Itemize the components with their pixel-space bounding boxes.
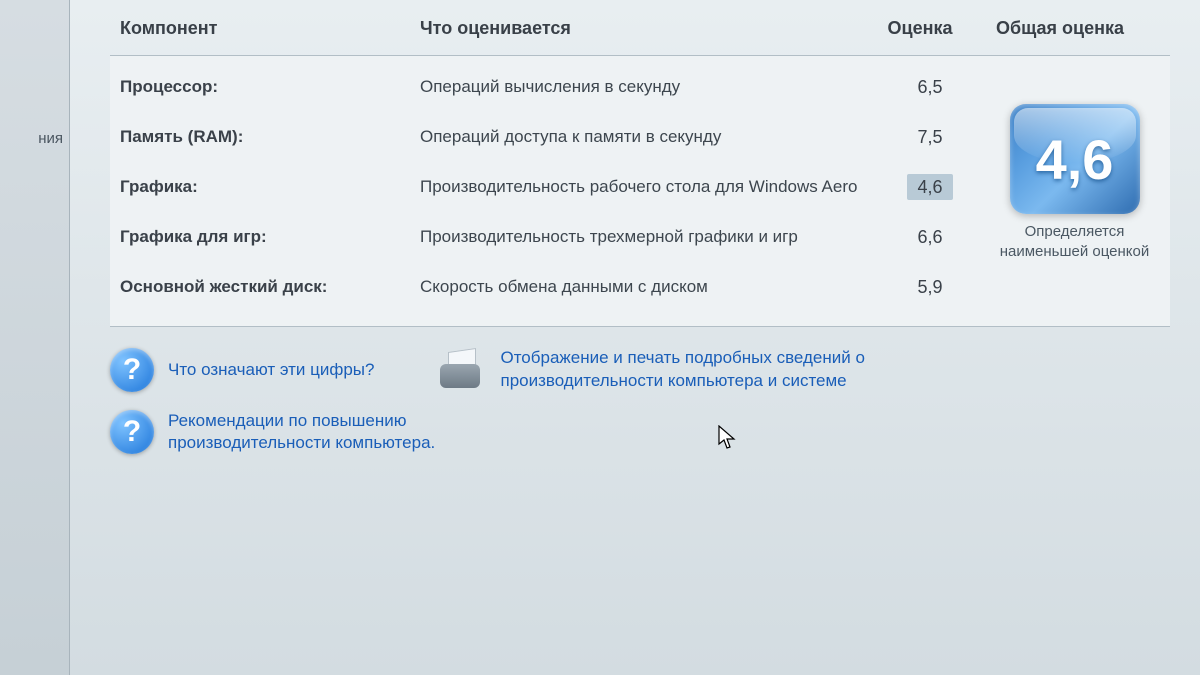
total-score-value: 4,6 xyxy=(1036,127,1114,192)
header-rated: Что оценивается xyxy=(420,18,870,39)
help-icon: ? xyxy=(110,410,154,454)
row-component: Графика для игр: xyxy=(120,227,420,247)
row-score: 7,5 xyxy=(880,127,980,148)
left-nav-fragment: ния xyxy=(38,130,63,147)
row-component: Память (RAM): xyxy=(120,127,420,147)
row-rated: Производительность трехмерной графики и … xyxy=(420,226,880,248)
row-component: Процессор: xyxy=(120,77,420,97)
help-link-print-details[interactable]: Отображение и печать подробных сведений … xyxy=(434,347,900,391)
row-score: 6,5 xyxy=(880,77,980,98)
table-header: Компонент Что оценивается Оценка Общая о… xyxy=(70,0,1200,55)
row-score: 6,6 xyxy=(880,227,980,248)
main-content: Компонент Что оценивается Оценка Общая о… xyxy=(70,0,1200,675)
row-component: Основной жесткий диск: xyxy=(120,277,420,297)
row-score: 5,9 xyxy=(880,277,980,298)
help-link-tips[interactable]: ? Рекомендации по повышению производител… xyxy=(110,410,568,454)
row-rated: Операций вычисления в секунду xyxy=(420,76,880,98)
wei-score-badge: 4,6 xyxy=(1010,104,1140,214)
total-score-block: 4,6 Определяется наименьшей оценкой xyxy=(997,104,1152,261)
help-links-row: ? Что означают эти цифры? Отображение и … xyxy=(110,347,1160,391)
header-score: Оценка xyxy=(870,18,970,39)
table-row: Основной жесткий диск: Скорость обмена д… xyxy=(120,266,1160,316)
row-rated: Операций доступа к памяти в секунду xyxy=(420,126,880,148)
row-component: Графика: xyxy=(120,177,420,197)
row-rated: Скорость обмена данными с диском xyxy=(420,276,880,298)
printer-icon xyxy=(434,350,486,390)
help-icon: ? xyxy=(110,348,154,392)
help-link-what-numbers[interactable]: ? Что означают эти цифры? xyxy=(110,347,374,391)
left-nav-panel: ния xyxy=(0,0,70,675)
total-score-caption: Определяется наименьшей оценкой xyxy=(997,222,1152,261)
row-score: 4,6 xyxy=(880,177,980,198)
score-table: Процессор: Операций вычисления в секунду… xyxy=(110,55,1170,327)
header-total: Общая оценка xyxy=(970,18,1150,39)
header-component: Компонент xyxy=(120,18,420,39)
help-links-row-2: ? Рекомендации по повышению производител… xyxy=(110,410,1160,454)
row-rated: Производительность рабочего стола для Wi… xyxy=(420,176,880,198)
